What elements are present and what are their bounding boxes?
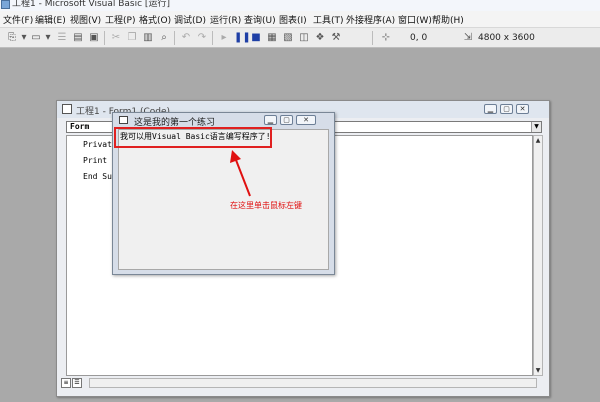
copy-icon[interactable]: ❐ xyxy=(126,32,138,44)
object-browser-icon[interactable]: ❖ xyxy=(314,32,326,44)
maximize-button[interactable]: ▢ xyxy=(500,104,513,114)
menu-project[interactable]: 工程(P) xyxy=(105,13,135,26)
minimize-button[interactable]: ▁ xyxy=(484,104,497,114)
maximize-button[interactable]: ▢ xyxy=(280,115,293,125)
procedure-view-icon[interactable]: ≡ xyxy=(61,378,71,388)
toolbar-separator xyxy=(212,31,213,45)
form-layout-icon[interactable]: ◫ xyxy=(298,32,310,44)
open-project-icon[interactable]: ▤ xyxy=(72,32,84,44)
properties-window-icon[interactable]: ▧ xyxy=(282,32,294,44)
position-readout: 0, 0 xyxy=(410,33,428,43)
chevron-down-icon[interactable]: ▼ xyxy=(531,122,541,132)
standard-toolbar: ⎘ ▾ ▭ ▾ ☰ ▤ ▣ ✂ ❐ ▥ ⌕ ↶ ↷ ▸ ❚❚ ■ ▦ ▧ ◫ ❖… xyxy=(0,28,600,48)
toolbar-separator xyxy=(174,31,175,45)
menu-debug[interactable]: 调试(D) xyxy=(174,13,206,26)
project-explorer-icon[interactable]: ▦ xyxy=(266,32,278,44)
pause-icon[interactable]: ❚❚ xyxy=(234,32,251,44)
menu-addins[interactable]: 外接程序(A) xyxy=(346,13,395,26)
menu-file[interactable]: 文件(F) xyxy=(3,13,33,26)
redo-icon[interactable]: ↷ xyxy=(196,32,208,44)
form-icon xyxy=(119,116,128,124)
size-icon: ⇲ xyxy=(463,32,473,43)
code-window-icon xyxy=(62,104,72,114)
horizontal-scrollbar[interactable] xyxy=(89,378,537,388)
find-icon[interactable]: ⌕ xyxy=(158,32,170,44)
dropdown-arrow-icon[interactable]: ▾ xyxy=(18,32,30,44)
start-icon[interactable]: ▸ xyxy=(218,32,230,44)
minimize-button[interactable]: ▁ xyxy=(264,115,277,125)
full-module-view-icon[interactable]: ☰ xyxy=(72,378,82,388)
close-button[interactable]: ✕ xyxy=(296,115,316,125)
menu-tools[interactable]: 工具(T) xyxy=(313,13,344,26)
stop-icon[interactable]: ■ xyxy=(250,32,262,44)
menu-run[interactable]: 运行(R) xyxy=(210,13,241,26)
cut-icon[interactable]: ✂ xyxy=(110,32,122,44)
menu-edit[interactable]: 编辑(E) xyxy=(35,13,66,26)
scroll-down-icon[interactable]: ▼ xyxy=(534,366,542,375)
toolbar-separator xyxy=(372,31,373,45)
menu-window[interactable]: 窗口(W) xyxy=(398,13,432,26)
paste-icon[interactable]: ▥ xyxy=(142,32,154,44)
undo-icon[interactable]: ↶ xyxy=(180,32,192,44)
size-readout: 4800 x 3600 xyxy=(478,33,535,43)
menu-format[interactable]: 格式(O) xyxy=(139,13,171,26)
vertical-scrollbar[interactable]: ▲ ▼ xyxy=(533,135,543,376)
scroll-up-icon[interactable]: ▲ xyxy=(534,136,542,145)
vb-app-icon xyxy=(1,0,10,9)
code-view-bar: ≡ ☰ xyxy=(61,378,545,388)
save-project-icon[interactable]: ▣ xyxy=(88,32,100,44)
menu-editor-icon[interactable]: ☰ xyxy=(56,32,68,44)
add-form-icon[interactable]: ▭ xyxy=(30,32,42,44)
form-title-bar[interactable]: 这是我的第一个练习 ▁ ▢ ✕ xyxy=(113,113,334,128)
app-title: 工程1 - Microsoft Visual Basic [运行] xyxy=(12,0,170,9)
menu-help[interactable]: 帮助(H) xyxy=(432,13,464,26)
object-combo-value: Form xyxy=(70,122,90,131)
add-project-icon[interactable]: ⎘ xyxy=(6,32,18,44)
close-button[interactable]: ✕ xyxy=(516,104,529,114)
annotation-text: 在这里单击鼠标左键 xyxy=(230,201,302,210)
menu-view[interactable]: 视图(V) xyxy=(70,13,101,26)
app-title-bar: 工程1 - Microsoft Visual Basic [运行] xyxy=(0,0,600,11)
toolbar-separator xyxy=(104,31,105,45)
dropdown-arrow-icon[interactable]: ▾ xyxy=(42,32,54,44)
position-icon: ⊹ xyxy=(381,32,391,43)
toolbox-icon[interactable]: ⚒ xyxy=(330,32,342,44)
highlight-box xyxy=(114,127,272,148)
menu-bar: 文件(F) 编辑(E) 视图(V) 工程(P) 格式(O) 调试(D) 运行(R… xyxy=(0,11,600,28)
menu-diagram[interactable]: 图表(I) xyxy=(279,13,307,26)
menu-query[interactable]: 查询(U) xyxy=(244,13,276,26)
